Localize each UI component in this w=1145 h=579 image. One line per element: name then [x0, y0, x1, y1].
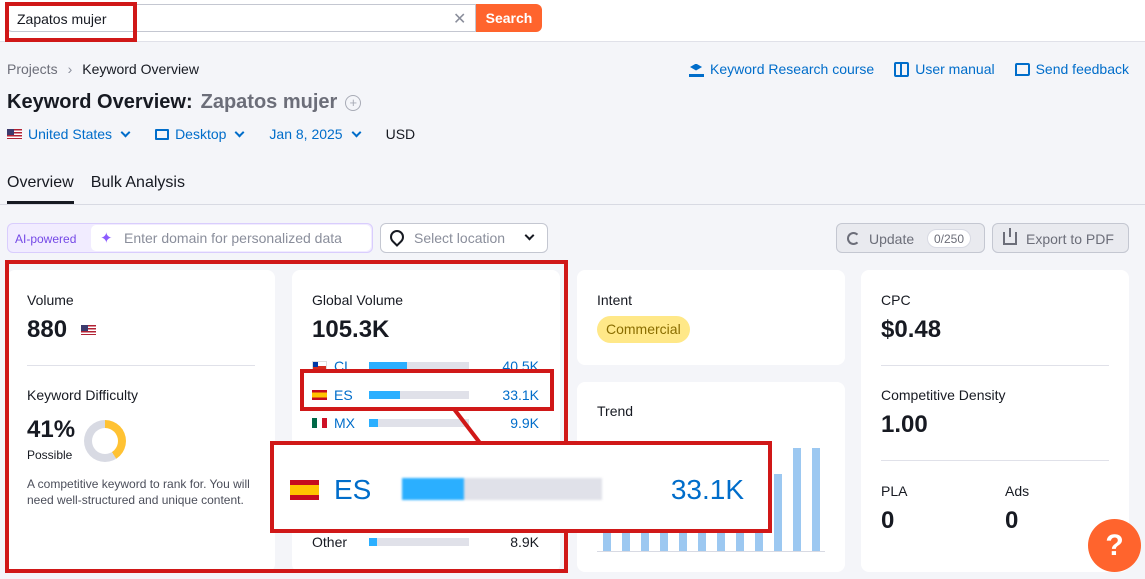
cpc-value: $0.48 [881, 316, 942, 343]
add-circle-icon[interactable]: + [345, 94, 362, 111]
country-label: United States [28, 126, 113, 142]
location-placeholder: Select location [414, 230, 506, 246]
monitor-icon [155, 128, 170, 140]
page-title-prefix: Keyword Overview: [7, 91, 193, 113]
ads-label: Ads [1005, 483, 1030, 499]
ai-powered-badge: AI-powered [15, 232, 77, 246]
device-label: Desktop [175, 126, 227, 142]
page-title: Keyword Overview: Zapatos mujer + [7, 91, 362, 114]
card-divider [881, 365, 1109, 366]
zoom-country-code: ES [334, 474, 372, 505]
currency-label: USD [385, 126, 416, 142]
trend-bar [792, 447, 801, 552]
update-label: Update [869, 231, 915, 247]
send-feedback-link[interactable]: Send feedback [1014, 61, 1129, 77]
export-pdf-button[interactable]: Export to PDF [992, 223, 1129, 253]
help-button[interactable]: ? [1088, 519, 1141, 572]
highlight-box-search [5, 2, 137, 42]
zoom-volume-bar-track [402, 478, 602, 500]
close-icon[interactable]: ✕ [453, 9, 466, 29]
refresh-icon [847, 232, 860, 245]
zoom-volume-bar-fill [402, 478, 464, 500]
chevron-down-icon [120, 127, 131, 137]
highlight-box-es-row [300, 369, 554, 411]
zoom-country-volume: 33.1K [670, 474, 744, 505]
update-button[interactable]: Update 0/250 [836, 223, 985, 253]
search-button[interactable]: Search [476, 4, 542, 32]
date-label: Jan 8, 2025 [269, 126, 343, 142]
domain-input-placeholder: Enter domain for personalized data [124, 230, 342, 246]
device-dropdown[interactable]: Desktop [155, 126, 245, 142]
spain-flag-icon [290, 480, 319, 500]
competitive-density-label: Competitive Density [881, 387, 1006, 403]
user-manual-label: User manual [915, 61, 995, 77]
tab-overview[interactable]: Overview [7, 174, 74, 204]
pla-value: 0 [881, 507, 895, 534]
send-feedback-label: Send feedback [1035, 61, 1129, 77]
pla-label: PLA [881, 483, 908, 499]
competitive-density-value: 1.00 [881, 411, 928, 438]
zoom-callout-es: ES 33.1K [270, 441, 772, 533]
trend-axis [597, 551, 825, 552]
update-count-badge: 0/250 [927, 229, 972, 248]
chevron-right-icon: › [67, 61, 73, 77]
tabs-divider [0, 204, 1145, 205]
intent-label: Intent [597, 292, 633, 308]
top-search-bar: Zapatos mujer ✕ Search [0, 0, 1145, 42]
trend-bar [811, 447, 820, 552]
trend-bar [773, 473, 782, 552]
location-pin-icon [387, 227, 407, 247]
ads-value: 0 [1005, 507, 1019, 534]
tabs: Overview Bulk Analysis [7, 174, 185, 204]
card-divider [881, 460, 1109, 461]
user-manual-link[interactable]: User manual [894, 61, 995, 77]
country-dropdown[interactable]: United States [7, 126, 131, 142]
chevron-down-icon [234, 127, 245, 137]
breadcrumb-projects[interactable]: Projects [7, 61, 58, 77]
breadcrumb-current: Keyword Overview [82, 61, 199, 77]
export-icon [1003, 228, 1017, 245]
chevron-down-icon [351, 127, 362, 137]
trend-label: Trend [597, 403, 634, 419]
export-label: Export to PDF [1026, 231, 1114, 247]
intent-badge: Commercial [597, 316, 690, 343]
chevron-down-icon [524, 230, 535, 241]
keyword-research-course-link[interactable]: Keyword Research course [689, 61, 874, 77]
location-select[interactable]: Select location [380, 223, 548, 253]
breadcrumb: Projects › Keyword Overview [7, 61, 199, 77]
book-icon [894, 61, 910, 77]
chat-icon [1014, 62, 1030, 76]
cpc-label: CPC [881, 292, 911, 308]
tab-bulk-analysis[interactable]: Bulk Analysis [91, 174, 185, 204]
date-dropdown[interactable]: Jan 8, 2025 [269, 126, 362, 142]
help-links: Keyword Research course User manual Send… [689, 61, 1129, 77]
ai-domain-bar: AI-powered ✦ Enter domain for personaliz… [7, 223, 373, 253]
filters-bar: United States Desktop Jan 8, 2025 USD [7, 126, 415, 142]
keyword-research-course-label: Keyword Research course [710, 61, 875, 77]
graduation-cap-icon [689, 62, 705, 77]
page-title-keyword: Zapatos mujer [200, 91, 338, 113]
sparkle-icon: ✦ [100, 230, 113, 247]
domain-input[interactable]: ✦ Enter domain for personalized data [91, 225, 371, 251]
us-flag-icon [7, 129, 22, 139]
